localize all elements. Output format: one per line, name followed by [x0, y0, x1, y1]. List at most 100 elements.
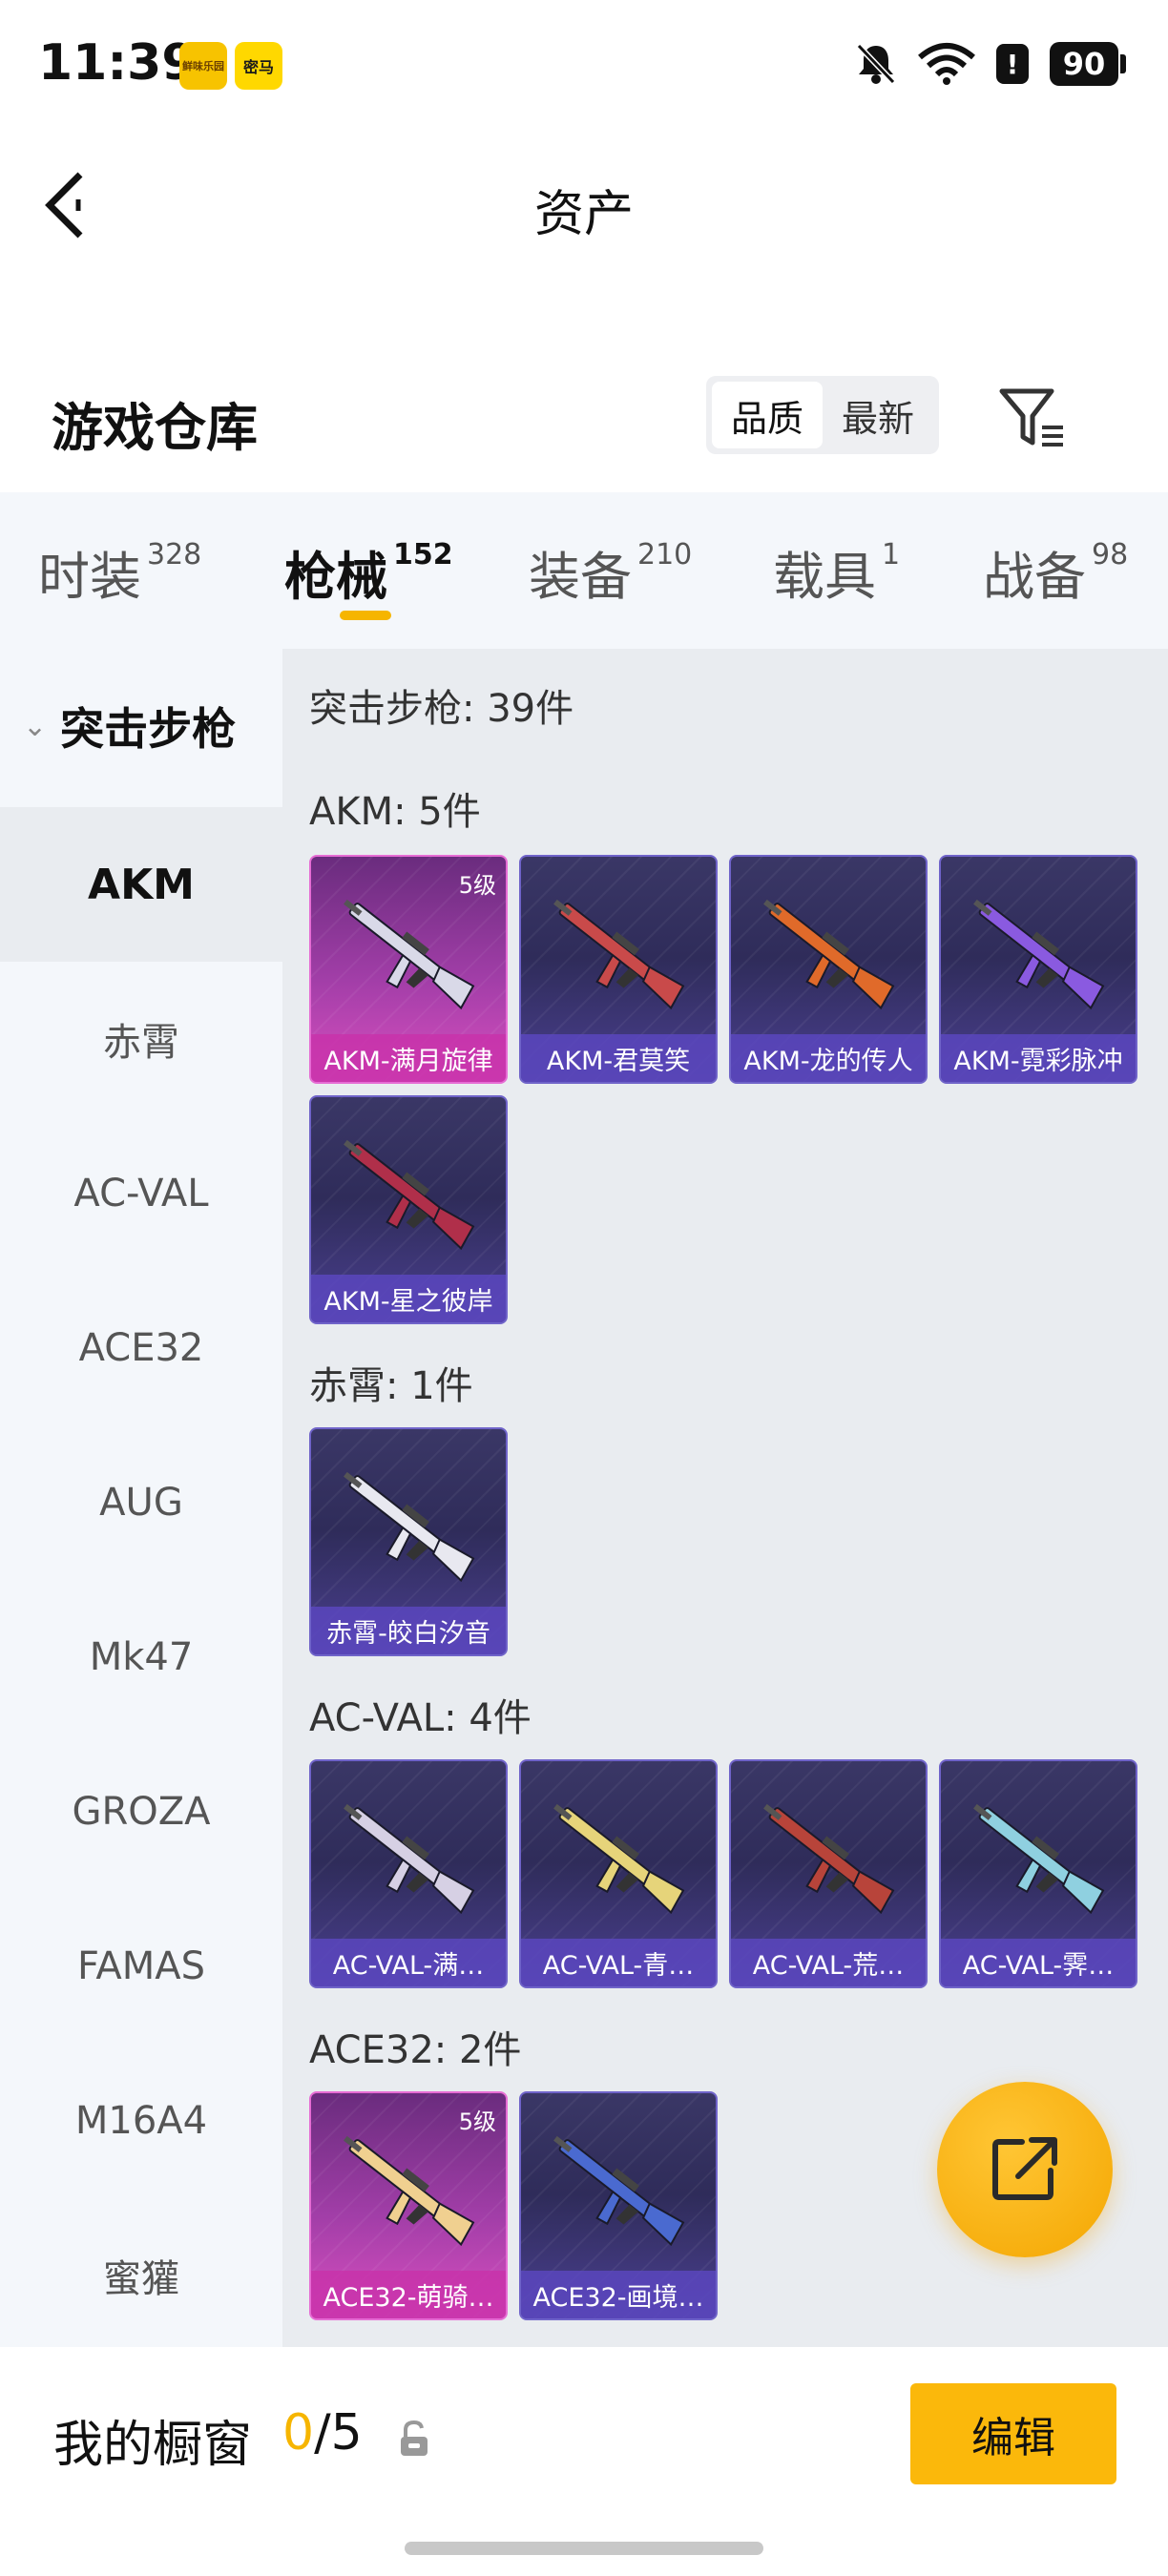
sidebar-item-chixiao[interactable]: 赤霄: [0, 962, 282, 1116]
rifle-icon: [344, 899, 475, 1010]
card-name: AC-VAL-荒…: [731, 1939, 926, 1986]
rifle-icon: [553, 899, 685, 1010]
tab-tactical[interactable]: 战备 98: [983, 534, 1128, 610]
tab-tactical-label: 战备: [983, 547, 1086, 607]
header: 资产: [0, 134, 1168, 277]
showcase-bar: 我的橱窗 0/5 编辑: [0, 2347, 1168, 2576]
weapon-card[interactable]: AC-VAL-满…: [309, 1759, 508, 1988]
showcase-label: 我的橱窗: [53, 2417, 253, 2474]
weapon-card[interactable]: AKM-星之彼岸: [309, 1095, 508, 1324]
rifle-icon: [553, 2135, 685, 2247]
tab-equipment[interactable]: 装备 210: [529, 534, 692, 610]
card-level-badge: 5级: [458, 872, 496, 899]
rifle-icon: [344, 1803, 475, 1915]
showcase-current: 0: [282, 2404, 315, 2462]
weapon-card[interactable]: 5级 AKM-满月旋律: [309, 855, 508, 1084]
tab-vehicles-count: 1: [882, 538, 901, 571]
tab-firearms-count: 152: [393, 538, 453, 571]
rifle-icon: [344, 1471, 475, 1583]
sidebar-group-assault-rifles[interactable]: ⌄ 突击步枪: [0, 649, 282, 803]
weapon-card[interactable]: AKM-霓彩脉冲: [939, 855, 1137, 1084]
weapon-card[interactable]: AC-VAL-青…: [519, 1759, 718, 1988]
card-name: AC-VAL-青…: [521, 1939, 716, 1986]
app-badge-2: 密马: [235, 42, 282, 90]
wifi-icon: [918, 43, 975, 85]
tab-firearms[interactable]: 枪械 152: [284, 534, 453, 610]
rifle-icon: [344, 2135, 475, 2247]
section-title-ac-val: AC-VAL: 4件: [309, 1696, 532, 1740]
card-name: AKM-龙的传人: [731, 1034, 926, 1082]
weapon-card[interactable]: 5级 ACE32-萌骑…: [309, 2091, 508, 2320]
filter-button[interactable]: [996, 382, 1069, 454]
card-name: ACE32-萌骑…: [311, 2271, 506, 2318]
weapon-card[interactable]: AKM-龙的传人: [729, 855, 928, 1084]
share-fab-button[interactable]: [937, 2082, 1113, 2257]
section-title-akm: AKM: 5件: [309, 790, 481, 834]
weapon-card[interactable]: AC-VAL-霁…: [939, 1759, 1137, 1988]
card-level-badge: 5级: [458, 2109, 496, 2135]
page-title: 资产: [533, 186, 634, 243]
edit-button[interactable]: 编辑: [910, 2383, 1116, 2484]
weapon-card[interactable]: ACE32-画境…: [519, 2091, 718, 2320]
tab-fashion-count: 328: [147, 538, 202, 571]
sidebar-item-famas[interactable]: FAMAS: [0, 1889, 282, 2044]
sidebar-item-ace32[interactable]: ACE32: [0, 1271, 282, 1425]
section-title-ace32: ACE32: 2件: [309, 2028, 522, 2072]
lock-icon: [401, 2420, 428, 2456]
weapon-card[interactable]: AC-VAL-荒…: [729, 1759, 928, 1988]
sidebar-item-mk47[interactable]: Mk47: [0, 1580, 282, 1735]
tab-vehicles[interactable]: 载具 1: [773, 534, 900, 610]
status-time: 11:39: [38, 34, 197, 92]
card-name: AKM-君莫笑: [521, 1034, 716, 1082]
battery-icon: 90: [1050, 42, 1126, 86]
battery-level: 90: [1050, 42, 1118, 86]
app-badge-1-label: 鲜味乐园: [182, 60, 224, 73]
warehouse-title: 游戏仓库: [52, 398, 258, 458]
app-badge-2-label: 密马: [242, 58, 274, 76]
tab-firearms-label: 枪械: [284, 547, 387, 607]
sidebar-item-aug[interactable]: AUG: [0, 1425, 282, 1580]
category-summary: 突击步枪: 39件: [309, 687, 574, 731]
rifle-icon: [763, 899, 895, 1010]
chevron-down-icon: ⌄: [23, 709, 48, 743]
filter-icon: [999, 388, 1063, 447]
section-title-chixiao: 赤霄: 1件: [309, 1364, 473, 1408]
card-name: AKM-星之彼岸: [311, 1275, 506, 1322]
system-icons: ! 90: [855, 42, 1126, 86]
sidebar-item-akm[interactable]: AKM: [0, 807, 282, 962]
rifle-icon: [763, 1803, 895, 1915]
active-tab-indicator: [340, 611, 391, 620]
card-name: AKM-霓彩脉冲: [941, 1034, 1136, 1082]
sort-newest-button[interactable]: 最新: [823, 382, 933, 448]
sidebar-item-m16a4[interactable]: M16A4: [0, 2044, 282, 2198]
sort-toggle: 品质 最新: [706, 376, 939, 454]
card-name: AC-VAL-满…: [311, 1939, 506, 1986]
showcase-total: /5: [314, 2404, 363, 2462]
sidebar-item-ac-val[interactable]: AC-VAL: [0, 1116, 282, 1271]
category-tabs: 时装 328 枪械 152 装备 210 载具 1 战备 98: [0, 492, 1168, 649]
app-badge-1: 鲜味乐园: [179, 42, 227, 90]
sidebar-group-label: 突击步枪: [60, 703, 237, 755]
showcase-count: 0/5: [282, 2404, 363, 2462]
warehouse-row: 游戏仓库 品质 最新: [0, 363, 1168, 477]
sort-quality-button[interactable]: 品质: [712, 382, 823, 448]
sidebar-item-honey-badger[interactable]: 蜜獾: [0, 2198, 282, 2353]
sidebar-item-groza[interactable]: GROZA: [0, 1735, 282, 1889]
rifle-icon: [973, 1803, 1105, 1915]
rifle-icon: [973, 899, 1105, 1010]
card-name: 赤霄-皎白汐音: [311, 1607, 506, 1654]
home-indicator[interactable]: [405, 2542, 763, 2555]
weapon-card[interactable]: 赤霄-皎白汐音: [309, 1427, 508, 1656]
tab-equipment-count: 210: [637, 538, 693, 571]
tab-fashion[interactable]: 时装 328: [38, 534, 201, 610]
status-bar: 11:39 鲜味乐园 密马 ! 90: [0, 0, 1168, 134]
tab-fashion-label: 时装: [38, 547, 141, 607]
tab-equipment-label: 装备: [529, 547, 632, 607]
share-icon: [992, 2137, 1057, 2200]
card-name: ACE32-画境…: [521, 2271, 716, 2318]
tab-vehicles-label: 载具: [773, 547, 876, 607]
bell-mute-icon: [856, 43, 896, 85]
card-name: AC-VAL-霁…: [941, 1939, 1136, 1986]
rifle-icon: [553, 1803, 685, 1915]
weapon-card[interactable]: AKM-君莫笑: [519, 855, 718, 1084]
